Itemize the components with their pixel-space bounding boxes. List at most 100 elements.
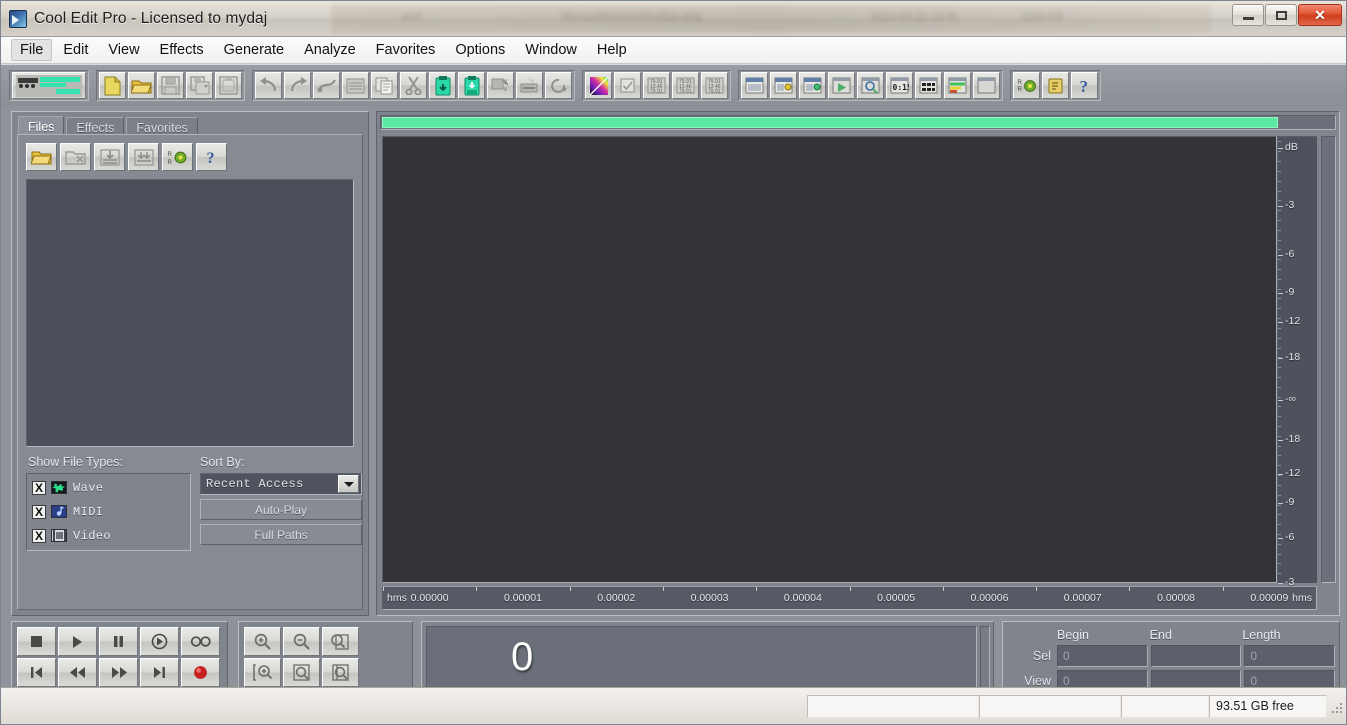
db-minor-tick [1278,180,1317,182]
multitrack-view-icon[interactable] [12,72,86,99]
save-all-icon[interactable] [215,72,242,99]
zoom-in-horizontal-icon[interactable] [244,627,281,656]
menu-file[interactable]: File [11,39,53,61]
save-file-icon[interactable] [157,72,184,99]
close-button[interactable]: ✕ [1298,4,1342,26]
time-panel-icon[interactable]: 0:15 [886,72,913,99]
convert-sample-type-icon[interactable] [545,72,572,99]
chevron-down-icon[interactable] [338,475,359,493]
menu-window[interactable]: Window [516,39,586,61]
file-panel-icon[interactable] [770,72,797,99]
menu-help[interactable]: Help [588,39,636,61]
waveform-display[interactable] [382,136,1277,583]
time-panel-scrollbar[interactable] [980,626,990,688]
minimize-button[interactable] [1232,4,1264,26]
pause-icon[interactable] [99,627,138,656]
fast-forward-icon[interactable] [99,658,138,687]
insert-all-into-multitrack-icon[interactable] [128,143,159,171]
trim-icon[interactable]: 2x [487,72,514,99]
menu-effects[interactable]: Effects [151,39,213,61]
zoom-panel-icon[interactable] [857,72,884,99]
cut-icon[interactable] [400,72,427,99]
organizer-window-icon[interactable] [741,72,768,99]
go-to-end-icon[interactable] [140,658,179,687]
effects-panel-icon[interactable] [799,72,826,99]
go-to-beginning-icon[interactable] [17,658,56,687]
file-type-row-video[interactable]: X Video [27,525,190,546]
new-file-icon[interactable] [99,72,126,99]
zoom-out-full-icon[interactable] [322,627,359,656]
close-file-icon[interactable] [60,143,91,171]
zoom-out-horizontal-icon[interactable] [283,627,320,656]
paste-icon[interactable] [429,72,456,99]
open-file-icon[interactable] [128,72,155,99]
sel-begin-field[interactable]: 0 [1057,644,1148,667]
file-type-row-wave[interactable]: X Wave [27,477,190,498]
level-meters-icon[interactable] [944,72,971,99]
play-to-end-icon[interactable] [140,627,179,656]
placeholder-panel-icon[interactable] [973,72,1000,99]
file-list[interactable] [26,179,354,447]
rewind-icon[interactable] [58,658,97,687]
save-as-icon[interactable] [186,72,213,99]
undo-icon[interactable] [255,72,282,99]
file-options-icon[interactable]: RR [162,143,193,171]
svg-text:?: ? [1079,77,1088,95]
menu-view[interactable]: View [99,39,148,61]
wave-checkbox[interactable]: X [32,480,46,495]
context-help-icon[interactable]: ? [1071,72,1098,99]
sel-length-field[interactable]: 0 [1244,644,1336,667]
frequency-analysis-icon[interactable]: 79.91 13.46 79.91 [672,72,699,99]
col-header-end: End [1149,628,1172,642]
transport-panel-icon[interactable] [828,72,855,99]
menu-options[interactable]: Options [446,39,514,61]
redo-icon[interactable] [284,72,311,99]
time-display[interactable]: 0 [426,626,977,688]
menu-generate[interactable]: Generate [215,39,293,61]
main-toolbar: 2x 79.91 13.46 79.91 79.91 13.46 79.91 7… [1,65,1346,106]
spectral-view-icon[interactable] [585,72,612,99]
loop-play-icon[interactable] [181,627,220,656]
menu-analyze[interactable]: Analyze [295,39,365,61]
zoom-to-selection-left-icon[interactable] [322,658,359,687]
sort-by-select[interactable]: Recent Access [200,473,362,495]
resize-grip[interactable] [1327,698,1343,714]
db-minor-tick [1278,288,1317,290]
phase-analysis-icon[interactable]: 79.91 13.46 79.91 [701,72,728,99]
full-paths-button[interactable]: Full Paths [200,524,362,545]
delete-selection-icon[interactable] [516,72,543,99]
select-all-icon[interactable] [342,72,369,99]
selection-panel-icon[interactable] [915,72,942,99]
options-settings-icon[interactable]: RR [1013,72,1040,99]
toolbar-group-help: RR ? [1010,70,1101,101]
db-minor-tick [1278,249,1317,251]
db-minor-tick [1278,308,1317,310]
zoom-to-selection-icon[interactable] [283,658,320,687]
checkbox-tool-icon[interactable] [614,72,641,99]
menu-edit[interactable]: Edit [54,39,97,61]
play-icon[interactable] [58,627,97,656]
auto-play-button[interactable]: Auto-Play [200,499,362,520]
time-tick-label: 0.00001 [503,592,542,604]
help-icon[interactable]: ? [196,143,227,171]
help-topics-icon[interactable] [1042,72,1069,99]
menu-favorites[interactable]: Favorites [367,39,445,61]
video-checkbox[interactable]: X [32,528,46,543]
open-file-icon[interactable] [26,143,57,171]
sel-end-field[interactable] [1150,644,1242,667]
horizontal-scrollbar[interactable] [380,115,1336,130]
zoom-in-vertical-icon[interactable] [244,658,281,687]
stop-icon[interactable] [17,627,56,656]
horizontal-scrollbar-thumb[interactable] [382,117,1278,128]
copy-icon[interactable] [371,72,398,99]
midi-checkbox[interactable]: X [32,504,46,519]
repeat-last-command-icon[interactable] [313,72,340,99]
maximize-button[interactable] [1265,4,1297,26]
mix-paste-icon[interactable] [458,72,485,99]
insert-into-multitrack-icon[interactable] [94,143,125,171]
record-icon[interactable] [181,658,220,687]
statistics-icon[interactable]: 79.91 13.46 79.91 [643,72,670,99]
file-type-row-midi[interactable]: X MIDI [27,501,190,522]
vertical-scrollbar[interactable] [1321,136,1336,583]
time-ruler[interactable]: hms hms 0.00000 0.00001 0.00002 0.00003 0.00… [382,586,1317,610]
